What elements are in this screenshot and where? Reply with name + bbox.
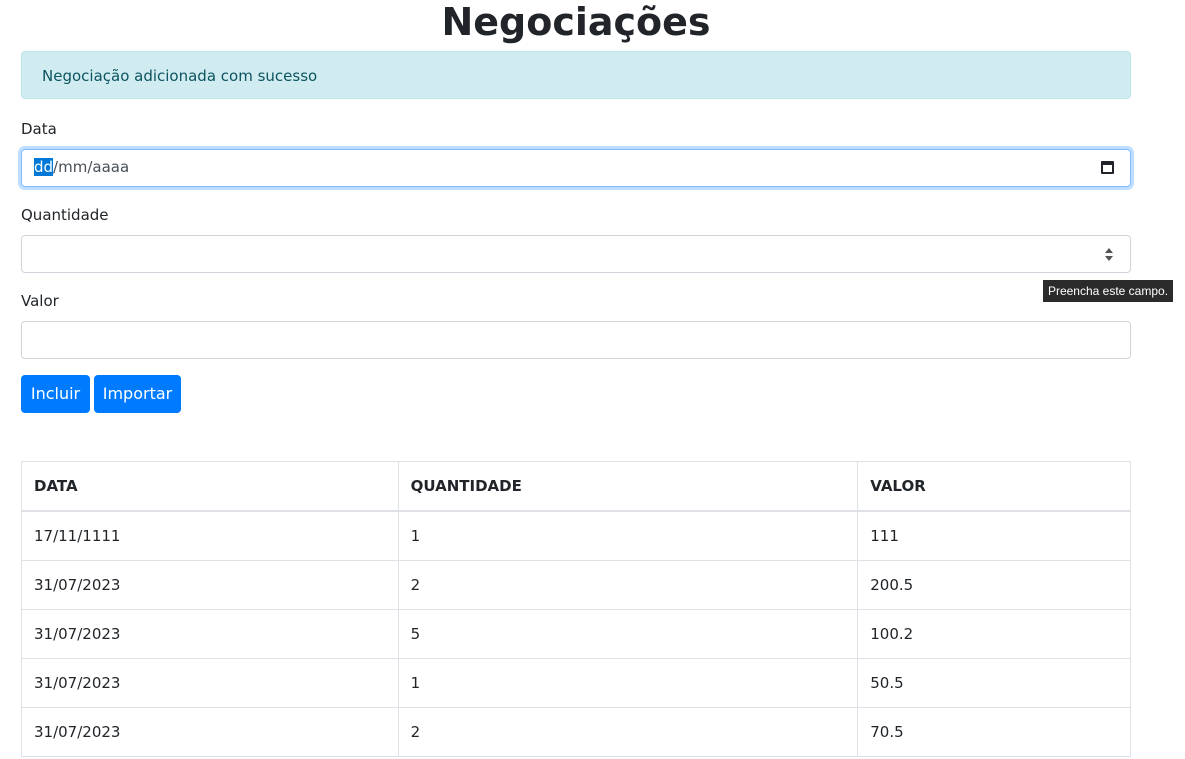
header-data: DATA: [21, 461, 399, 512]
cell-data: 31/07/2023: [21, 707, 399, 757]
cell-data: 31/07/2023: [21, 560, 399, 610]
spinner-icon[interactable]: [1102, 246, 1116, 264]
cell-valor: 100.2: [857, 609, 1131, 659]
success-alert: Negociação adicionada com sucesso: [21, 51, 1131, 99]
data-input-value: dd/mm/aaaa: [34, 158, 129, 176]
spinner-down-icon[interactable]: [1105, 256, 1113, 261]
quantidade-label: Quantidade: [21, 206, 109, 224]
cell-valor: 200.5: [857, 560, 1131, 610]
table-header-row: DATA QUANTIDADE VALOR: [21, 461, 1131, 512]
cell-quantidade: 1: [397, 658, 859, 708]
negociacoes-table: DATA QUANTIDADE VALOR 17/11/1111 1 111 3…: [21, 461, 1131, 757]
cell-quantidade: 1: [397, 510, 859, 561]
page-title: Negociações: [441, 0, 711, 44]
valor-input[interactable]: [21, 321, 1131, 359]
table-row: 31/07/2023 2 70.5: [21, 707, 1131, 757]
cell-quantidade: 5: [397, 609, 859, 659]
incluir-button[interactable]: Incluir: [21, 375, 90, 413]
cell-data: 17/11/1111: [21, 510, 399, 561]
quantidade-input[interactable]: [21, 235, 1131, 273]
importar-button[interactable]: Importar: [94, 375, 181, 413]
cell-valor: 111: [857, 510, 1131, 561]
table-row: 31/07/2023 5 100.2: [21, 609, 1131, 659]
main-container: Negociações Negociação adicionada com su…: [21, 0, 1131, 757]
cell-valor: 70.5: [857, 707, 1131, 757]
spinner-up-icon[interactable]: [1105, 248, 1113, 253]
cell-valor: 50.5: [857, 658, 1131, 708]
cell-data: 31/07/2023: [21, 609, 399, 659]
page: Negociações Negociação adicionada com su…: [0, 0, 1185, 759]
data-label: Data: [21, 120, 57, 138]
table-row: 17/11/1111 1 111: [21, 510, 1131, 561]
cell-quantidade: 2: [397, 560, 859, 610]
table-row: 31/07/2023 2 200.5: [21, 560, 1131, 610]
data-rest-segment[interactable]: /mm/aaaa: [53, 158, 129, 176]
data-input[interactable]: dd/mm/aaaa: [21, 149, 1131, 187]
cell-quantidade: 2: [397, 707, 859, 757]
validation-tooltip: Preencha este campo.: [1043, 280, 1173, 302]
header-quantidade: QUANTIDADE: [397, 461, 859, 512]
valor-label: Valor: [21, 292, 59, 310]
header-valor: VALOR: [857, 461, 1131, 512]
calendar-icon[interactable]: [1101, 161, 1114, 174]
table-row: 31/07/2023 1 50.5: [21, 658, 1131, 708]
data-day-segment[interactable]: dd: [34, 158, 54, 176]
cell-data: 31/07/2023: [21, 658, 399, 708]
